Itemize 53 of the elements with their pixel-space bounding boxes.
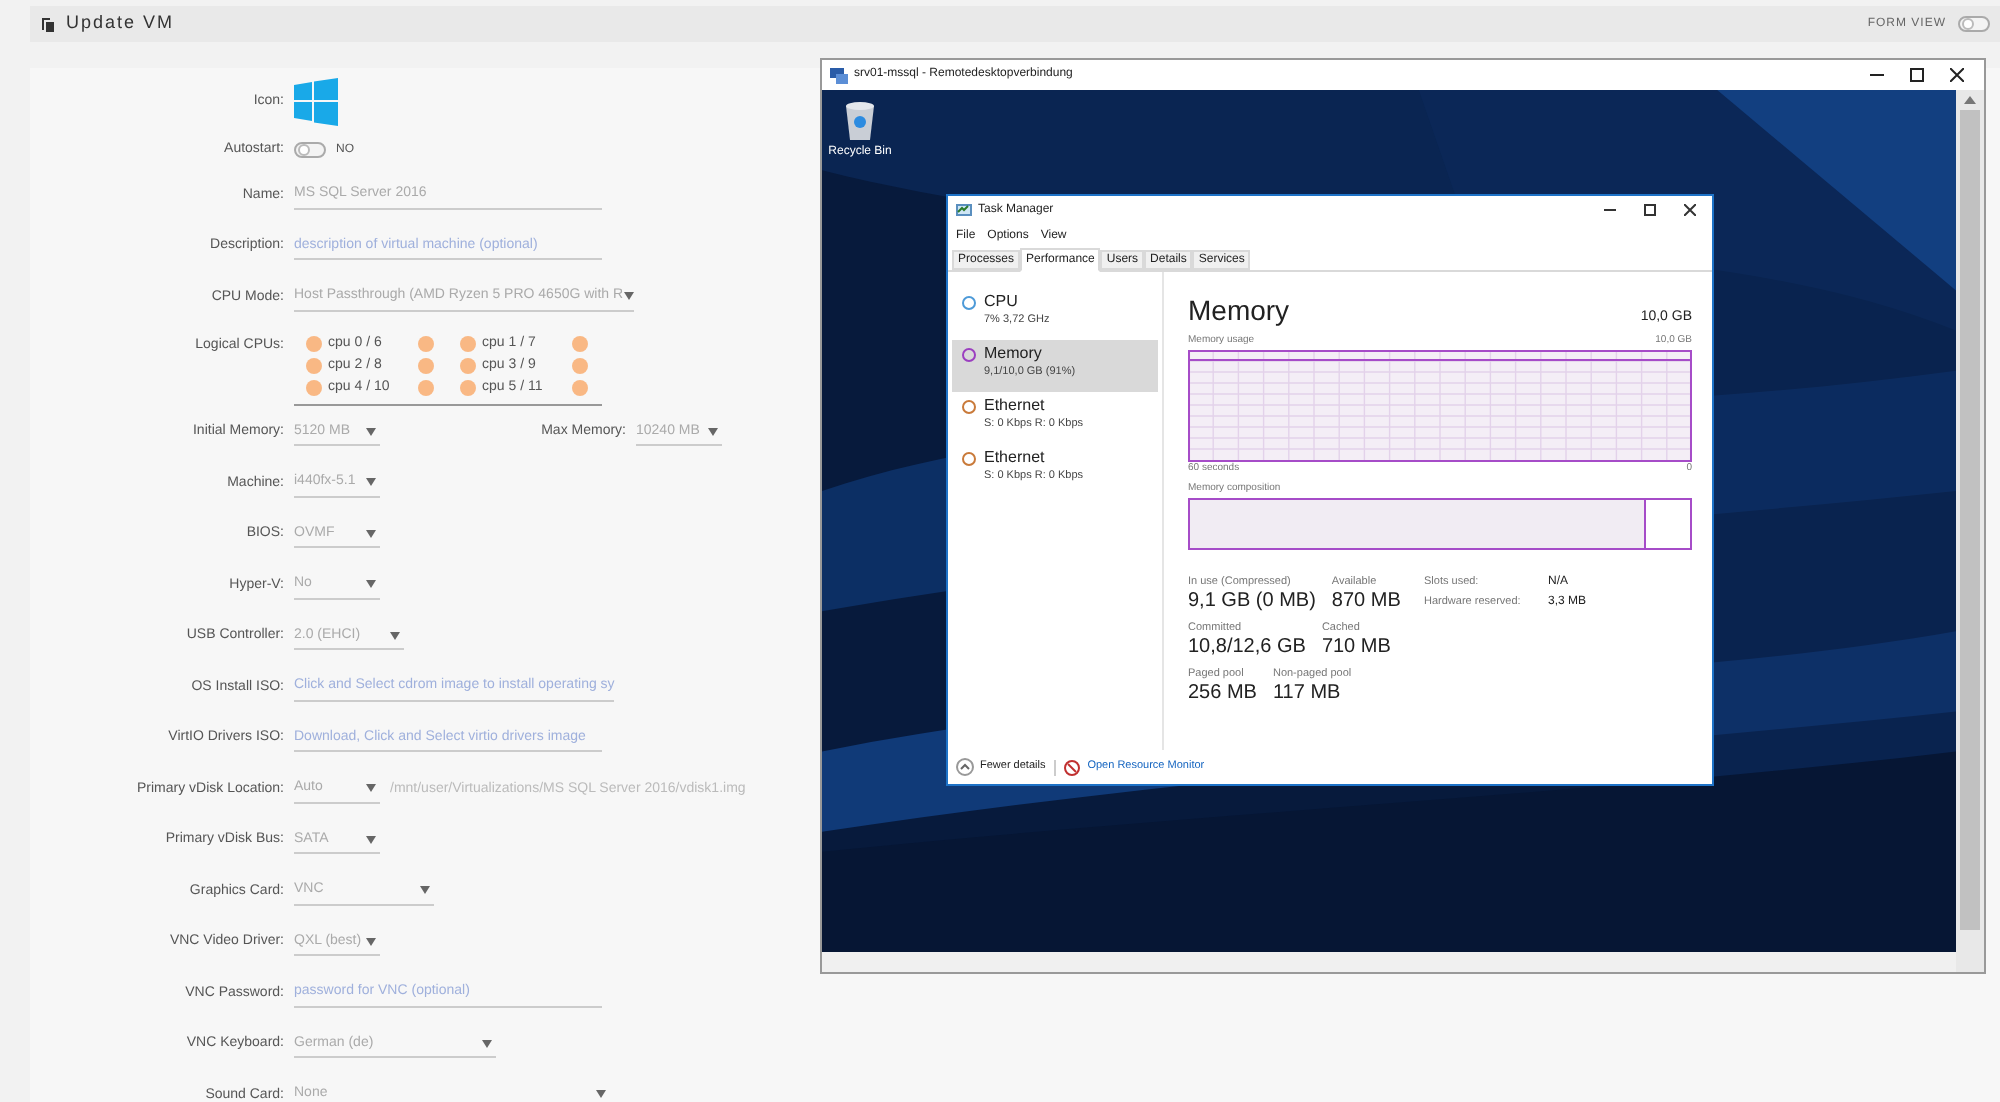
collapse-icon: [956, 758, 974, 776]
caret-icon: [596, 1090, 606, 1099]
close-icon[interactable]: [1684, 204, 1696, 216]
remote-desktop-icon: [830, 67, 848, 83]
vertical-scrollbar[interactable]: [1956, 90, 1984, 972]
close-icon[interactable]: [1950, 68, 1964, 82]
cpu-checkbox[interactable]: [460, 380, 476, 396]
caret-icon: [623, 292, 634, 301]
stat-value: 10,8/12,6 GB: [1188, 636, 1306, 660]
cpu-checkbox[interactable]: [418, 380, 434, 396]
caret-icon: [366, 835, 376, 844]
recycle-bin-icon[interactable]: [844, 100, 876, 140]
page-title: Update VM: [66, 10, 175, 37]
stat-value: 256 MB: [1188, 682, 1257, 707]
maximize-icon[interactable]: [1644, 204, 1656, 216]
resource-name: Ethernet: [984, 396, 1047, 416]
resource-name: Memory: [984, 344, 1044, 364]
caret-icon: [482, 1039, 492, 1048]
cpu-checkbox[interactable]: [572, 380, 588, 396]
task-manager-icon: [956, 203, 972, 217]
stat-value: 710 MB: [1321, 636, 1391, 660]
cpu-checkbox[interactable]: [572, 336, 588, 352]
minimize-icon[interactable]: [1604, 204, 1616, 216]
cpu-checkbox[interactable]: [418, 358, 434, 374]
toggle-switch[interactable]: [294, 142, 326, 158]
minimize-icon[interactable]: [1870, 68, 1884, 82]
cpu-checkbox[interactable]: [418, 336, 434, 352]
cpu-checkbox[interactable]: [460, 358, 476, 374]
caret-icon: [366, 478, 376, 487]
stat-value: 117 MB: [1272, 682, 1343, 707]
maximize-icon[interactable]: [1910, 68, 1924, 82]
cpu-checkbox[interactable]: [306, 336, 322, 352]
toggle-switch[interactable]: [1958, 16, 1990, 32]
caret-icon: [366, 937, 376, 946]
caret-icon: [366, 427, 376, 436]
resource-name: CPU: [984, 292, 1020, 312]
resource-name: Ethernet: [984, 448, 1047, 468]
caret-icon: [708, 427, 718, 436]
caret-icon: [366, 784, 376, 793]
detail-title: Memory: [1188, 292, 1290, 330]
cpu-checkbox[interactable]: [306, 380, 322, 396]
windows-logo-icon[interactable]: [294, 78, 338, 126]
caret-icon: [390, 631, 400, 640]
clipboard-icon: [40, 16, 56, 32]
caret-icon: [366, 580, 376, 589]
scroll-up-icon[interactable]: [1964, 96, 1976, 104]
cpu-checkbox[interactable]: [306, 358, 322, 374]
caret-icon: [366, 529, 376, 538]
cpu-checkbox[interactable]: [572, 358, 588, 374]
stat-value: 870 MB: [1331, 589, 1401, 614]
cpu-checkbox[interactable]: [460, 336, 476, 352]
stat-value: 9,1 GB (0 MB): [1188, 589, 1316, 614]
caret-icon: [420, 886, 430, 895]
